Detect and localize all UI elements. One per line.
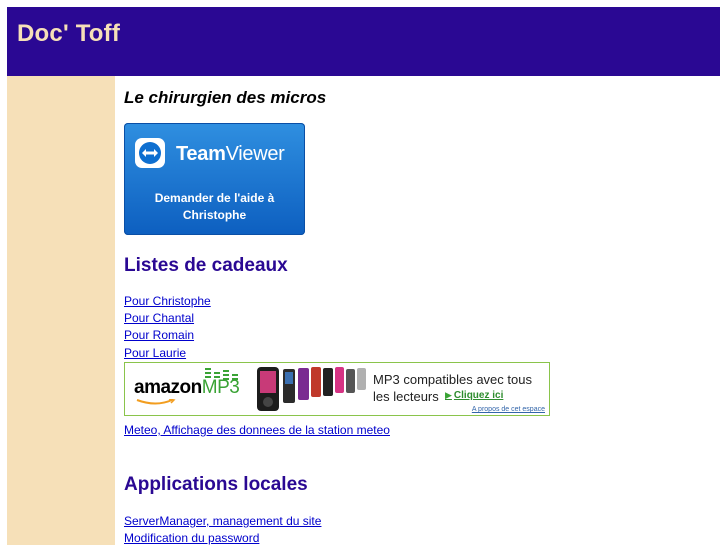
teamviewer-brand: TeamViewer: [176, 143, 285, 166]
amazon-smile-icon: [136, 399, 176, 405]
gifts-heading: Listes de cadeaux: [124, 255, 288, 276]
gift-link-laurie[interactable]: Pour Laurie: [124, 346, 186, 360]
teamviewer-caption-line1: Demander de l'aide à: [154, 191, 275, 205]
sidebar: [7, 76, 115, 545]
servermanager-link[interactable]: ServerManager, management du site: [124, 514, 321, 528]
site-title[interactable]: Doc' Toff: [17, 20, 120, 48]
gift-link-chantal[interactable]: Pour Chantal: [124, 311, 194, 325]
amazon-ad-cta[interactable]: ▶ Cliquez ici: [445, 390, 503, 401]
amazon-mp3-logo: amazonMP3: [134, 377, 240, 399]
page-left-margin: [0, 0, 7, 545]
amazon-mp3-banner[interactable]: amazonMP3 MP3 compatibles avec tous les …: [124, 362, 550, 416]
teamviewer-logo-icon: [135, 138, 165, 168]
amazon-ad-line1: MP3 compatibles avec tous: [373, 372, 532, 387]
amazon-ad-about-link[interactable]: A propos de cet espace: [472, 406, 545, 413]
teamviewer-help-button[interactable]: TeamViewer Demander de l'aide à Christop…: [124, 123, 305, 235]
amazon-logo-mp3: MP3: [201, 377, 240, 398]
teamviewer-brand-light: Viewer: [225, 143, 285, 165]
page-tagline: Le chirurgien des micros: [124, 88, 327, 107]
amazon-ad-cta-label: Cliquez ici: [453, 390, 504, 401]
password-link[interactable]: Modification du password: [124, 531, 259, 545]
site-header: Doc' Toff: [7, 7, 720, 76]
meteo-link[interactable]: Meteo, Affichage des donnees de la stati…: [124, 423, 390, 437]
gift-link-christophe[interactable]: Pour Christophe: [124, 294, 211, 308]
teamviewer-brand-bold: Team: [176, 143, 226, 165]
gift-link-romain[interactable]: Pour Romain: [124, 328, 194, 342]
equalizer-icon: [205, 368, 238, 380]
local-apps-heading: Applications locales: [124, 474, 308, 495]
play-arrow-icon: ▶: [445, 390, 452, 400]
mp3-players-image: [257, 367, 366, 411]
teamviewer-caption: Demander de l'aide à Christophe: [124, 190, 305, 224]
amazon-logo-text: amazon: [134, 377, 202, 398]
teamviewer-caption-line2: Christophe: [182, 208, 247, 222]
